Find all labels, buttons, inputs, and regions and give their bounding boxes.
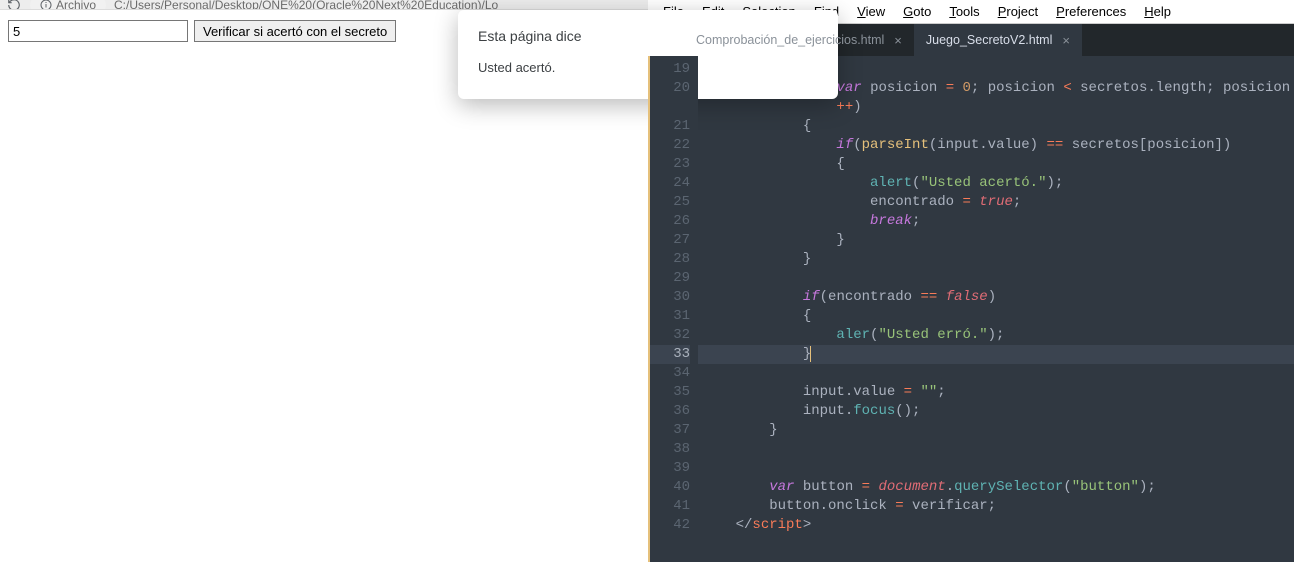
code-area[interactable]: 1920 212223242526272829303132333435363738… [648, 56, 1294, 562]
guess-input[interactable] [8, 20, 188, 42]
line-number: 24 [648, 174, 690, 193]
line-number: 30 [648, 288, 690, 307]
line-number: 40 [648, 478, 690, 497]
line-number: 38 [648, 440, 690, 459]
tab-comprobaci-n_de_ejercicios-html[interactable]: Comprobación_de_ejercicios.html × [684, 24, 914, 56]
code-line[interactable]: button.onclick = verificar; [698, 497, 1294, 516]
code-line[interactable]: var button = document.querySelector("but… [698, 478, 1294, 497]
tab-label: Juego_SecretoV2.html [926, 33, 1052, 47]
line-number: 39 [648, 459, 690, 478]
code-line[interactable]: alert("Usted acertó."); [698, 174, 1294, 193]
code-line[interactable] [698, 269, 1294, 288]
code-line[interactable]: if(encontrado == false) [698, 288, 1294, 307]
line-number: 33 [648, 345, 690, 364]
url-text[interactable]: C:/Users/Personal/Desktop/ONE%20(Oracle%… [114, 0, 498, 10]
code-line[interactable] [698, 459, 1294, 478]
code-line[interactable]: encontrado = true; [698, 193, 1294, 212]
code-line[interactable]: input.focus(); [698, 402, 1294, 421]
line-number: 26 [648, 212, 690, 231]
line-number: 21 [648, 117, 690, 136]
menu-help[interactable]: Help [1135, 2, 1180, 21]
line-number: 41 [648, 497, 690, 516]
tab-juego_secretov2-html[interactable]: Juego_SecretoV2.html × [914, 24, 1082, 56]
line-number: 20 [648, 79, 690, 98]
code-line[interactable] [698, 364, 1294, 383]
code-line[interactable]: { [698, 307, 1294, 326]
code-line[interactable]: aler("Usted erró."); [698, 326, 1294, 345]
line-number: 37 [648, 421, 690, 440]
code-line[interactable]: } [698, 231, 1294, 250]
line-number: 28 [648, 250, 690, 269]
code-line[interactable]: } [698, 250, 1294, 269]
line-number: 23 [648, 155, 690, 174]
tab-bar: ◀ ▶ Comprobación_de_ejercicios.html×Jueg… [648, 24, 1294, 56]
site-info[interactable]: Archivo [30, 0, 106, 10]
menu-project[interactable]: Project [989, 2, 1047, 21]
address-bar: Archivo C:/Users/Personal/Desktop/ONE%20… [0, 0, 648, 10]
line-number: 34 [648, 364, 690, 383]
line-number: 27 [648, 231, 690, 250]
reload-icon[interactable] [6, 0, 22, 10]
code-line[interactable]: ++) [698, 98, 1294, 117]
close-icon[interactable]: × [1062, 33, 1070, 48]
menu-tools[interactable]: Tools [940, 2, 988, 21]
menu-goto[interactable]: Goto [894, 2, 940, 21]
code-line[interactable]: { [698, 117, 1294, 136]
line-number: 32 [648, 326, 690, 345]
line-number: 19 [648, 60, 690, 79]
line-number: 22 [648, 136, 690, 155]
code-line[interactable]: if(parseInt(input.value) == secretos[pos… [698, 136, 1294, 155]
code-content[interactable]: for(var posicion = 0; posicion < secreto… [698, 56, 1294, 562]
line-number [648, 98, 690, 117]
line-number: 35 [648, 383, 690, 402]
verify-button[interactable]: Verificar si acertó con el secreto [194, 20, 396, 42]
code-line[interactable]: } [698, 421, 1294, 440]
code-line[interactable]: input.value = ""; [698, 383, 1294, 402]
line-number: 36 [648, 402, 690, 421]
menu-view[interactable]: View [848, 2, 894, 21]
code-line[interactable]: } [698, 345, 1294, 364]
line-number: 42 [648, 516, 690, 535]
close-icon[interactable]: × [894, 33, 902, 48]
line-number: 31 [648, 307, 690, 326]
browser-window: Archivo C:/Users/Personal/Desktop/ONE%20… [0, 0, 648, 562]
line-number: 25 [648, 193, 690, 212]
line-number: 29 [648, 269, 690, 288]
code-line[interactable]: break; [698, 212, 1294, 231]
code-line[interactable]: </script> [698, 516, 1294, 535]
line-gutter: 1920 212223242526272829303132333435363738… [648, 56, 698, 562]
code-line[interactable]: { [698, 155, 1294, 174]
menu-preferences[interactable]: Preferences [1047, 2, 1135, 21]
tab-label: Comprobación_de_ejercicios.html [696, 33, 884, 47]
addr-scheme-label: Archivo [56, 0, 96, 10]
code-line[interactable] [698, 440, 1294, 459]
